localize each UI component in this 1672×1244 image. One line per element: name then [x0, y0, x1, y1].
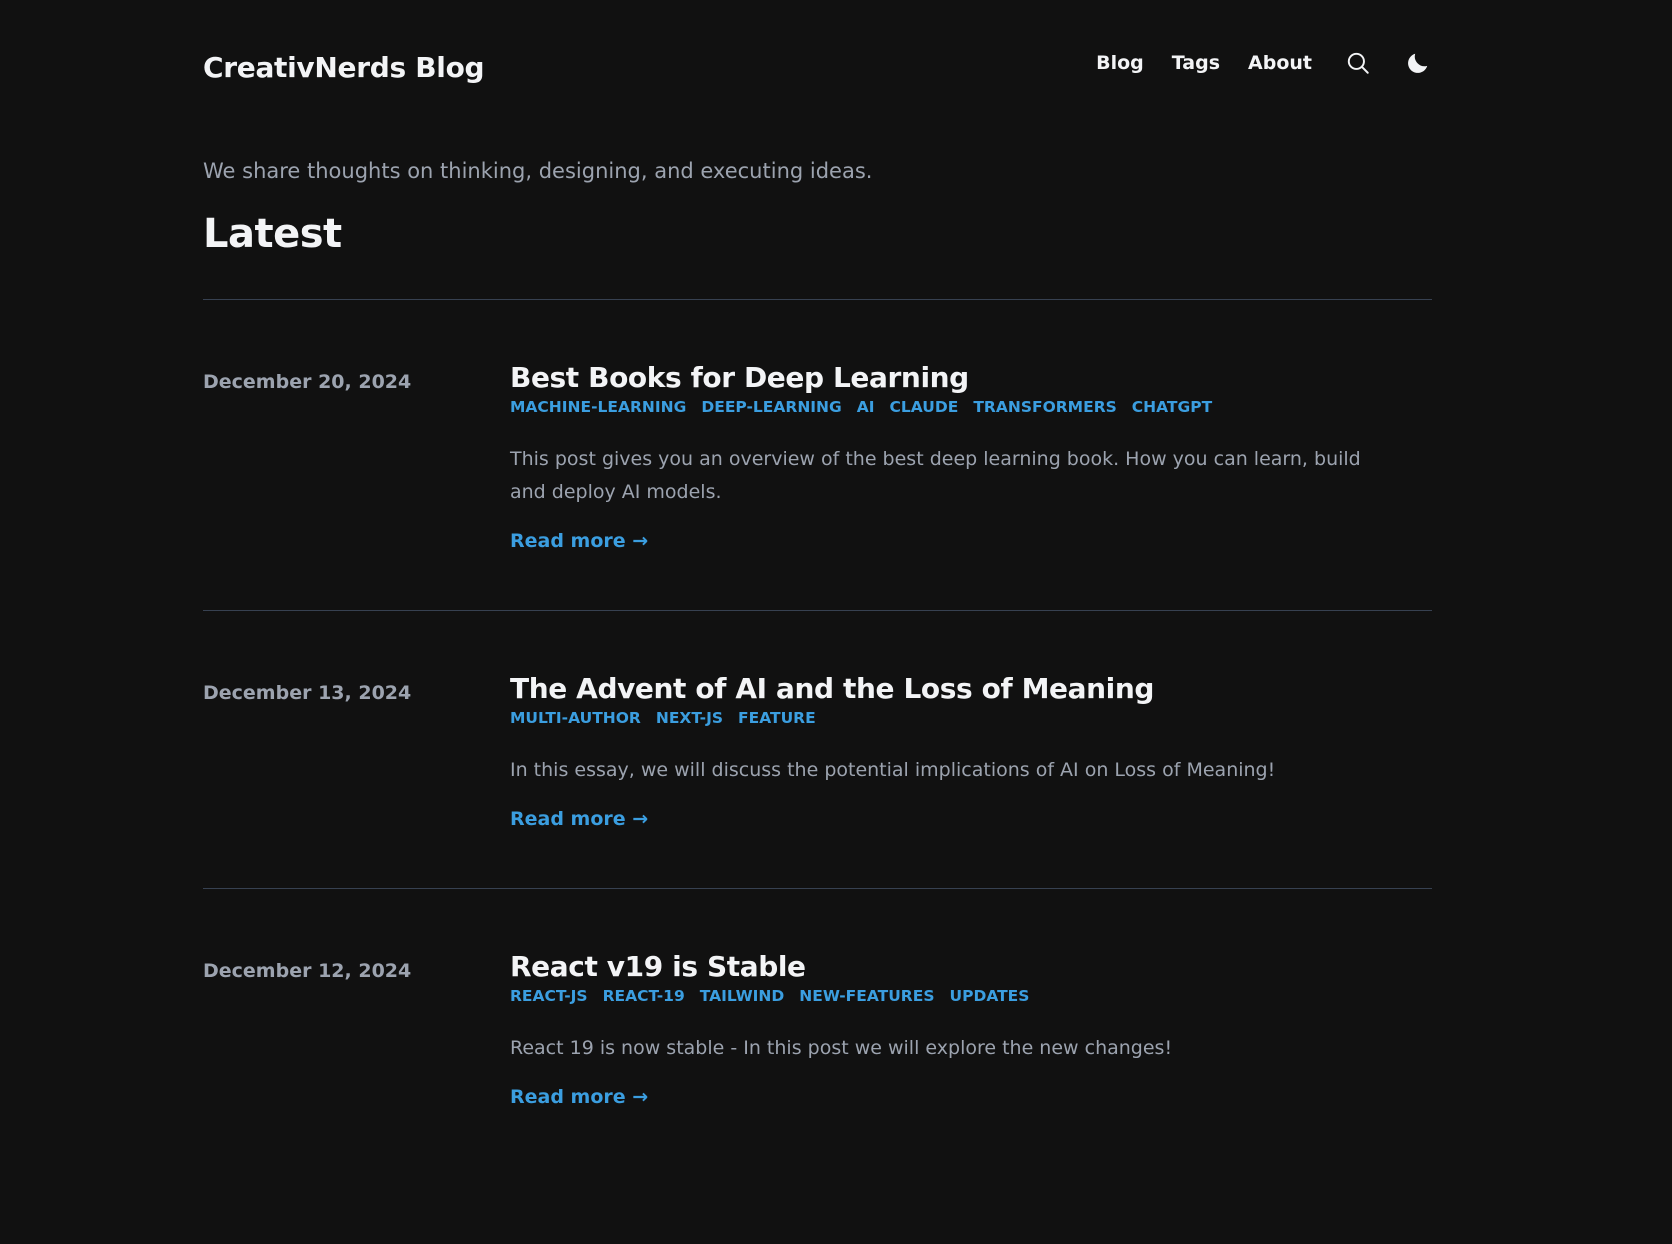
- post-item: December 13, 2024 The Advent of AI and t…: [203, 611, 1432, 889]
- site-logo[interactable]: CreativNerds Blog: [203, 51, 485, 84]
- tag-link[interactable]: TRANSFORMERS: [973, 398, 1116, 416]
- tag-link[interactable]: FEATURE: [738, 709, 816, 727]
- tag-link[interactable]: MACHINE-LEARNING: [510, 398, 686, 416]
- post-summary: React 19 is now stable - In this post we…: [510, 1037, 1173, 1059]
- post-body: The Advent of AI and the Loss of Meaning…: [510, 611, 1432, 888]
- theme-toggle-button[interactable]: [1404, 49, 1432, 77]
- post-summary: This post gives you an overview of the b…: [510, 448, 1361, 503]
- post-body: Best Books for Deep Learning MACHINE-LEA…: [510, 300, 1432, 610]
- post-title-link[interactable]: The Advent of AI and the Loss of Meaning: [510, 672, 1154, 705]
- page-container: CreativNerds Blog Blog Tags About We sha…: [203, 0, 1432, 1166]
- search-button[interactable]: [1344, 49, 1372, 77]
- tag-link[interactable]: CLAUDE: [890, 398, 959, 416]
- post-summary: In this essay, we will discuss the poten…: [510, 759, 1276, 781]
- tag-link[interactable]: REACT-19: [603, 987, 685, 1005]
- main-nav: Blog Tags About: [1096, 49, 1432, 77]
- post-list: December 20, 2024 Best Books for Deep Le…: [203, 299, 1432, 1166]
- tag-link[interactable]: DEEP-LEARNING: [701, 398, 841, 416]
- post-tags: MACHINE-LEARNING DEEP-LEARNING AI CLAUDE…: [510, 398, 1432, 416]
- post-date: December 20, 2024: [203, 371, 412, 393]
- nav-link-blog[interactable]: Blog: [1096, 52, 1144, 74]
- post-tags: REACT-JS REACT-19 TAILWIND NEW-FEATURES …: [510, 987, 1432, 1005]
- post-title-link[interactable]: Best Books for Deep Learning: [510, 361, 969, 394]
- tag-link[interactable]: UPDATES: [950, 987, 1030, 1005]
- read-more-link[interactable]: Read more →: [510, 530, 648, 552]
- tag-link[interactable]: CHATGPT: [1132, 398, 1212, 416]
- tag-link[interactable]: AI: [857, 398, 875, 416]
- post-title-link[interactable]: React v19 is Stable: [510, 950, 806, 983]
- nav-link-about[interactable]: About: [1248, 52, 1312, 74]
- tag-link[interactable]: NEXT-JS: [656, 709, 723, 727]
- read-more-link[interactable]: Read more →: [510, 1086, 648, 1108]
- site-tagline: We share thoughts on thinking, designing…: [203, 159, 873, 183]
- page-title: Latest: [203, 211, 342, 257]
- tag-link[interactable]: TAILWIND: [700, 987, 785, 1005]
- site-header: CreativNerds Blog Blog Tags About: [203, 0, 1432, 134]
- post-date: December 13, 2024: [203, 682, 412, 704]
- read-more-link[interactable]: Read more →: [510, 808, 648, 830]
- tag-link[interactable]: REACT-JS: [510, 987, 588, 1005]
- tag-link[interactable]: MULTI-AUTHOR: [510, 709, 641, 727]
- post-item: December 12, 2024 React v19 is Stable RE…: [203, 889, 1432, 1166]
- post-tags: MULTI-AUTHOR NEXT-JS FEATURE: [510, 709, 1432, 727]
- post-item: December 20, 2024 Best Books for Deep Le…: [203, 300, 1432, 611]
- nav-link-tags[interactable]: Tags: [1172, 52, 1220, 74]
- post-date: December 12, 2024: [203, 960, 412, 982]
- post-body: React v19 is Stable REACT-JS REACT-19 TA…: [510, 889, 1432, 1166]
- moon-icon: [1408, 53, 1428, 73]
- tag-link[interactable]: NEW-FEATURES: [799, 987, 934, 1005]
- search-icon: [1347, 52, 1369, 74]
